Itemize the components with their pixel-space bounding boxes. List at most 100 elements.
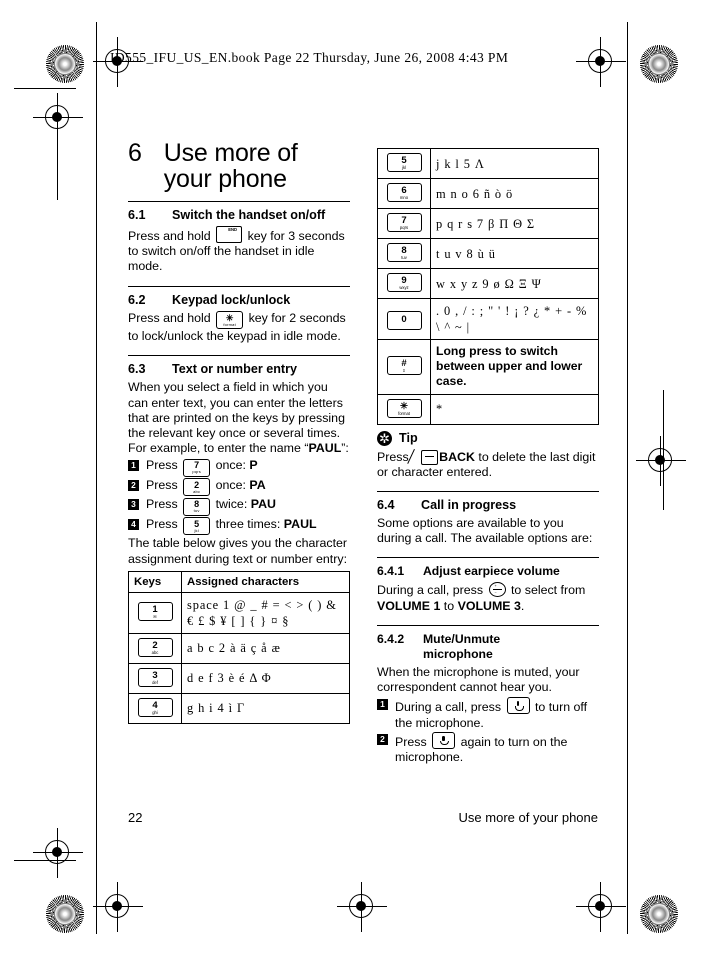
key-sub: pqrs	[399, 225, 409, 230]
volume-to: VOLUME 3	[457, 598, 521, 613]
key-5-icon: 5 jkl	[386, 153, 422, 172]
section-heading-6-2: 6.2 Keypad lock/unlock	[128, 293, 350, 308]
key-sub: tuv	[401, 255, 407, 260]
section-title-6-2: Keypad lock/unlock	[172, 292, 291, 307]
step-number: 1	[377, 699, 388, 711]
list-item: 2 Press again to turn on the microphone.	[377, 732, 599, 766]
table-row: 9 wxyz w x y z 9 ø Ω Ξ Ψ	[377, 268, 599, 299]
volume-text-end: .	[520, 598, 525, 613]
digit-key-sub: pqrs	[192, 469, 201, 475]
paul-entry-steps: 1 Press 7 pqrs once: P 2 Press 2 abc once:…	[128, 458, 350, 536]
table-header-row: Keys Assigned characters	[128, 570, 350, 593]
key-digit: 0	[401, 313, 407, 325]
section-intro-6-3: When you select a field in which you can…	[128, 380, 350, 456]
list-item: 3 Press 8 tuv twice: PAU	[128, 497, 350, 516]
key-sub: mno	[399, 195, 409, 200]
characters-cell: d e f 3 è é Δ Φ	[181, 662, 350, 694]
list-item: 1 Press 7 pqrs once: P	[128, 458, 350, 477]
key-cell: 8 tuv	[377, 238, 431, 269]
step-after: three times:	[215, 516, 284, 531]
end-key-label: END	[228, 227, 238, 232]
section-body-6-4-1: During a call, press + − to select from V…	[377, 582, 599, 613]
key-cell: 7 pqrs	[377, 208, 431, 239]
crop-line-mid-left	[57, 120, 58, 200]
step-text: Press 2 abc once: PA	[146, 478, 350, 497]
section-body-6-1: Press and hold END key for 3 seconds to …	[128, 226, 350, 275]
digit-key-sub: abc	[193, 488, 201, 494]
characters-cell: g h i 4 ì Γ	[181, 692, 350, 724]
chapter-number: 6	[128, 139, 142, 167]
tip-block-header: ✲ Tip	[377, 430, 599, 446]
table-row: 7 pqrs p q r s 7 β Π Θ Σ	[377, 208, 599, 239]
tip-body: Press BACK to delete the last digit or c…	[377, 448, 599, 480]
digit-key-icon: 7 pqrs	[183, 458, 211, 477]
step-before: Press	[395, 735, 427, 750]
volume-text-before: During a call, press	[377, 583, 484, 598]
characters-cell: space 1 @ _ # = < > ( ) & € £ $ ¥ [ ] { …	[181, 591, 350, 634]
key-0-icon: 0	[386, 310, 422, 330]
registration-mark-br	[576, 882, 626, 932]
list-item: 2 Press 2 abc once: PA	[128, 478, 350, 497]
left-column: 6 Use more of your phone 6.1 Switch the …	[128, 140, 350, 724]
step-text: Press 7 pqrs once: P	[146, 458, 350, 477]
crop-line-top-horizontal	[14, 88, 76, 89]
star-key-sub: format	[223, 321, 236, 327]
table-row: ✳ format *	[377, 393, 599, 425]
volume-text-mid: to select from	[510, 583, 586, 598]
table-row: 4 ghi g h i 4 ì Γ	[128, 692, 350, 724]
key-sub: def	[152, 679, 158, 685]
assigned-characters-table-left: Keys Assigned characters 1 ✉ space 1 @ _ …	[128, 570, 350, 724]
section-number-6-4-2: 6.4.2	[377, 631, 405, 646]
back-softkey-icon	[407, 448, 439, 465]
divider-before-6-4-2	[377, 624, 599, 626]
mute-microphone-key-icon	[432, 732, 456, 750]
manual-page: ID555_IFU_US_EN.book Page 22 Thursday, J…	[0, 0, 719, 956]
key-cell: 1 ✉	[128, 591, 182, 634]
key-sub: format	[398, 410, 410, 416]
tip-text-after: to delete the last digit or character en…	[377, 449, 596, 479]
section-body-6-4: Some options are available to you during…	[377, 516, 593, 546]
crop-line-mid-right	[663, 390, 664, 510]
step-after: once:	[215, 477, 250, 492]
key-3-icon: 3 def	[137, 667, 173, 687]
key-cell: # ⇕	[377, 339, 431, 395]
step-before: Press	[146, 458, 178, 473]
crop-line-bottom-horizontal	[14, 860, 76, 861]
key-cell: 3 def	[128, 662, 182, 694]
step-text: During a call, press to turn off the mic…	[395, 697, 599, 731]
key-9-icon: 9 wxyz	[386, 273, 422, 292]
characters-cell: m n o 6 ñ ò ö	[430, 178, 599, 209]
key-digit: 3	[152, 669, 158, 681]
divider-before-6-4	[377, 491, 599, 493]
chapter-heading: 6 Use more of your phone	[128, 140, 350, 192]
digit-key-icon: 5 jkl	[183, 517, 211, 536]
volume-from: VOLUME 1	[377, 598, 441, 613]
table-row: 8 tuv t u v 8 ù ü	[377, 238, 599, 269]
key-4-icon: 4 ghi	[137, 697, 173, 717]
footer-running-title: Use more of your phone	[458, 810, 598, 825]
step-result: P	[249, 458, 258, 473]
key-sub: wxyz	[399, 285, 409, 290]
step-before: Press	[146, 497, 178, 512]
end-key-icon: END	[216, 226, 243, 243]
digit-key-sub: tuv	[193, 508, 200, 514]
volume-to-word: to	[440, 598, 458, 613]
registration-mark-ml	[33, 93, 83, 143]
asterisk-icon: ✲	[377, 430, 392, 446]
column-header-keys: Keys	[128, 570, 182, 593]
section-6-1-text-before: Press and hold	[128, 229, 211, 243]
rosette-mark-top-right	[640, 45, 678, 83]
key-sub: ⇕	[402, 368, 406, 374]
rosette-mark-top-left	[46, 45, 84, 83]
page-footer: 22 Use more of your phone	[128, 810, 598, 825]
divider-before-6-4-1	[377, 557, 599, 559]
key-cell: 4 ghi	[128, 692, 182, 724]
step-after: once:	[215, 458, 250, 473]
tip-label: Tip	[399, 431, 418, 446]
list-item: 1 During a call, press to turn off the m…	[377, 697, 599, 731]
characters-cell: *	[430, 393, 599, 425]
column-header-characters: Assigned characters	[181, 570, 350, 593]
section-6-3-intro-bold: PAUL	[308, 441, 342, 456]
key-digit: 4	[152, 699, 158, 711]
key-cell: 0	[377, 298, 431, 340]
